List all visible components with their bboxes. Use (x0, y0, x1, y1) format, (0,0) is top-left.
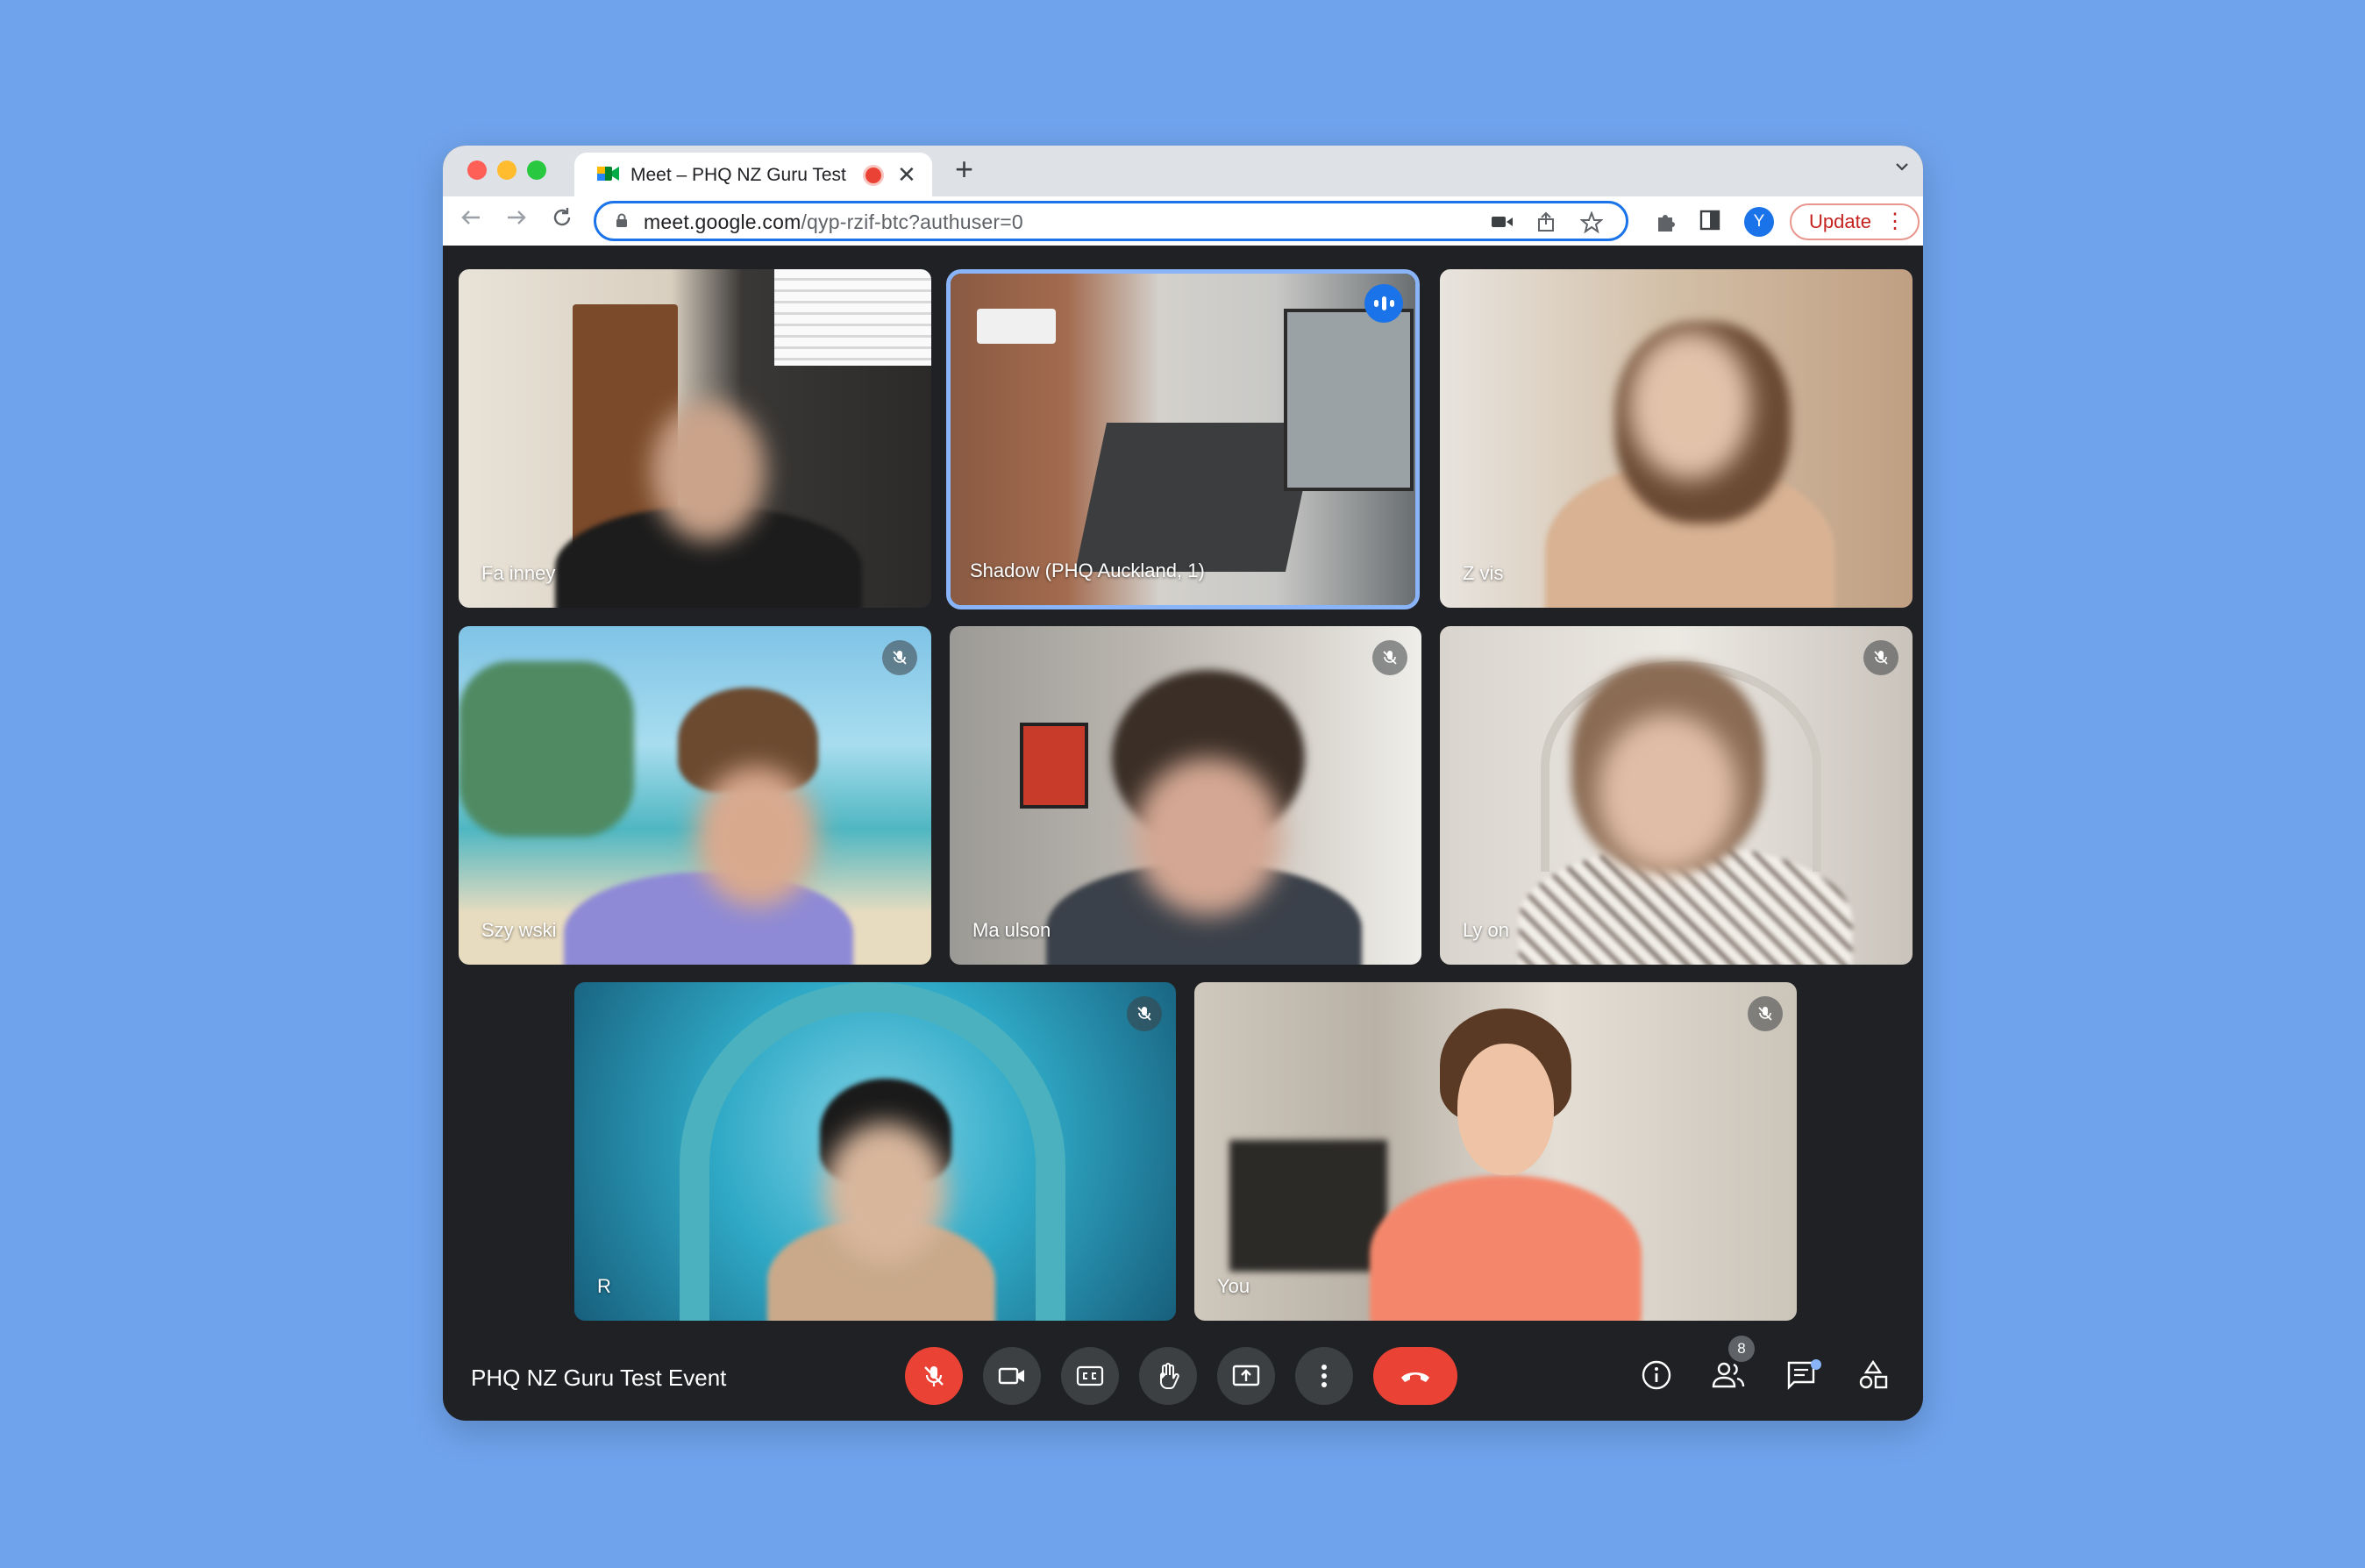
url-text: meet.google.com/qyp-rzif-btc?authuser=0 (644, 210, 1023, 234)
browser-window: Meet – PHQ NZ Guru Test Event ✕ + m (443, 146, 1923, 1421)
more-options-button[interactable] (1295, 1347, 1353, 1405)
participant-name: Ma ulson (972, 919, 1051, 941)
recording-indicator-icon (866, 167, 881, 183)
update-label: Update (1809, 210, 1871, 232)
participant-tile[interactable]: Z vis (1440, 269, 1913, 608)
participant-tile[interactable]: Ma ulson (950, 626, 1421, 965)
participant-name: R (597, 1275, 611, 1297)
minimize-window-button[interactable] (497, 160, 516, 180)
glass-door (1284, 309, 1414, 491)
more-vert-icon (1321, 1365, 1327, 1387)
mic-toggle-button[interactable] (905, 1347, 963, 1405)
captions-button[interactable] (1061, 1347, 1119, 1405)
update-button[interactable]: Update ⋮ (1790, 203, 1920, 240)
participant-name: Szy wski (481, 919, 557, 941)
more-vert-icon: ⋮ (1884, 210, 1906, 233)
captions-icon (1076, 1365, 1104, 1386)
participant-tile[interactable]: Shadow (PHQ Auckland, 1) (951, 274, 1415, 605)
background-rocks (459, 661, 634, 837)
speaking-indicator-icon (1364, 284, 1403, 323)
url-domain: meet.google.com (644, 210, 801, 233)
activities-icon (1859, 1359, 1888, 1389)
blurred-face (1598, 714, 1738, 872)
mic-off-icon (1748, 996, 1783, 1031)
participant-name: Ly on (1463, 919, 1510, 941)
chevron-down-icon[interactable] (1893, 158, 1911, 175)
unread-dot (1811, 1359, 1821, 1370)
meeting-title: PHQ NZ Guru Test Event (471, 1365, 727, 1391)
mic-off-icon (1863, 640, 1898, 675)
browser-tab[interactable]: Meet – PHQ NZ Guru Test Event ✕ (574, 153, 932, 196)
participant-name: Shadow (PHQ Auckland, 1) (970, 559, 1205, 581)
window-blinds (774, 269, 931, 366)
phone-hangup-icon (1401, 1372, 1429, 1382)
tab-title: Meet – PHQ NZ Guru Test Event (630, 165, 850, 185)
background-furniture (1229, 1140, 1387, 1272)
lock-icon (616, 213, 627, 227)
tab-bar: Meet – PHQ NZ Guru Test Event ✕ + (443, 146, 1923, 196)
present-screen-button[interactable] (1217, 1347, 1275, 1405)
meeting-table (1074, 423, 1318, 572)
profile-avatar[interactable]: Y (1744, 207, 1774, 237)
participant-tile[interactable]: Szy wski (459, 626, 931, 965)
url-path: /qyp-rzif-btc?authuser=0 (801, 210, 1023, 233)
participant-name: Z vis (1463, 562, 1504, 584)
participant-tile[interactable]: Ly on (1440, 626, 1913, 965)
people-icon (1712, 1362, 1745, 1388)
participant-count-badge: 8 (1728, 1336, 1755, 1362)
browser-toolbar: meet.google.com/qyp-rzif-btc?authuser=0 … (443, 196, 1923, 246)
mic-off-icon (1127, 996, 1162, 1031)
air-conditioner (977, 309, 1056, 344)
side-panel-icon[interactable] (1699, 209, 1721, 232)
mic-off-icon (924, 1366, 944, 1386)
participant-name: Fa inney (481, 562, 556, 584)
raise-hand-button[interactable] (1139, 1347, 1197, 1405)
present-icon (1232, 1365, 1260, 1386)
close-window-button[interactable] (467, 160, 487, 180)
extensions-puzzle-icon[interactable] (1655, 209, 1679, 233)
bookmark-star-icon[interactable] (1580, 211, 1603, 234)
activities-button[interactable] (1854, 1356, 1892, 1394)
back-arrow-icon[interactable] (459, 205, 483, 230)
mic-off-icon (882, 640, 917, 675)
participant-name-self: You (1217, 1275, 1250, 1297)
meet-favicon-icon (597, 167, 619, 181)
reload-icon[interactable] (550, 205, 574, 230)
share-icon[interactable] (1536, 211, 1556, 232)
wall-poster (1020, 723, 1088, 809)
meeting-details-button[interactable] (1637, 1356, 1676, 1394)
participant-body (564, 872, 853, 965)
self-face (1457, 1044, 1554, 1175)
address-bar[interactable]: meet.google.com/qyp-rzif-btc?authuser=0 (594, 201, 1628, 241)
camera-icon (998, 1367, 1024, 1385)
info-icon (1642, 1360, 1671, 1390)
blurred-face (652, 401, 766, 541)
participant-tile-self[interactable]: You (1194, 982, 1797, 1321)
maximize-window-button[interactable] (527, 160, 546, 180)
camera-toggle-button[interactable] (983, 1347, 1041, 1405)
hand-icon (1160, 1363, 1179, 1389)
mic-off-icon (1372, 640, 1407, 675)
close-tab-icon[interactable]: ✕ (897, 161, 916, 189)
leave-call-button[interactable] (1373, 1347, 1457, 1405)
blurred-face (1628, 331, 1751, 480)
new-tab-button[interactable]: + (955, 151, 973, 188)
blurred-face (695, 766, 818, 907)
forward-arrow-icon[interactable] (504, 205, 529, 230)
participant-tile[interactable]: R (574, 982, 1176, 1321)
camera-in-use-icon[interactable] (1491, 214, 1514, 230)
participant-tile[interactable]: Fa inney (459, 269, 931, 608)
blurred-face (824, 1123, 947, 1263)
blurred-face (1134, 758, 1283, 916)
participant-body (1370, 1175, 1642, 1321)
